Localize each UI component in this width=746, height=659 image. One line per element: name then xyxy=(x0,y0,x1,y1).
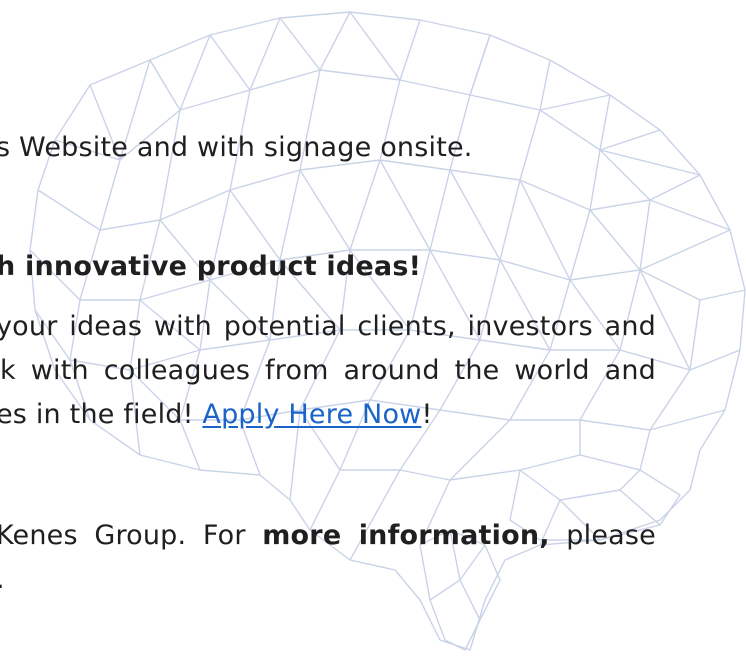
product-line-3-prefix: es in the field! xyxy=(0,399,203,430)
info-line-1-prefix: Kenes Group. For xyxy=(0,520,263,551)
product-heading-text: h innovative product ideas! xyxy=(0,251,422,282)
product-line-3-suffix: ! xyxy=(421,399,433,430)
signage-text: s Website and with signage onsite. xyxy=(0,126,496,170)
signage-line: s Website and with signage onsite. xyxy=(0,132,473,163)
apply-here-now-link[interactable]: Apply Here Now xyxy=(202,399,421,430)
product-line-2: k with colleagues from around the world … xyxy=(0,349,656,393)
product-line-1: your ideas with potential clients, inves… xyxy=(0,305,656,349)
product-line-3: es in the field! Apply Here Now! xyxy=(0,393,476,437)
product-heading: h innovative product ideas! xyxy=(0,245,421,289)
info-line-2: . xyxy=(0,558,36,602)
product-line-2-text: k with colleagues from around the world … xyxy=(0,355,656,386)
product-line-1-text: your ideas with potential clients, inves… xyxy=(0,311,656,342)
info-line-1: Kenes Group. For more information, pleas… xyxy=(0,514,656,558)
info-line-1-suffix: please xyxy=(549,520,656,551)
info-line-2-text: . xyxy=(0,564,5,595)
info-more-information: more information, xyxy=(262,520,550,551)
